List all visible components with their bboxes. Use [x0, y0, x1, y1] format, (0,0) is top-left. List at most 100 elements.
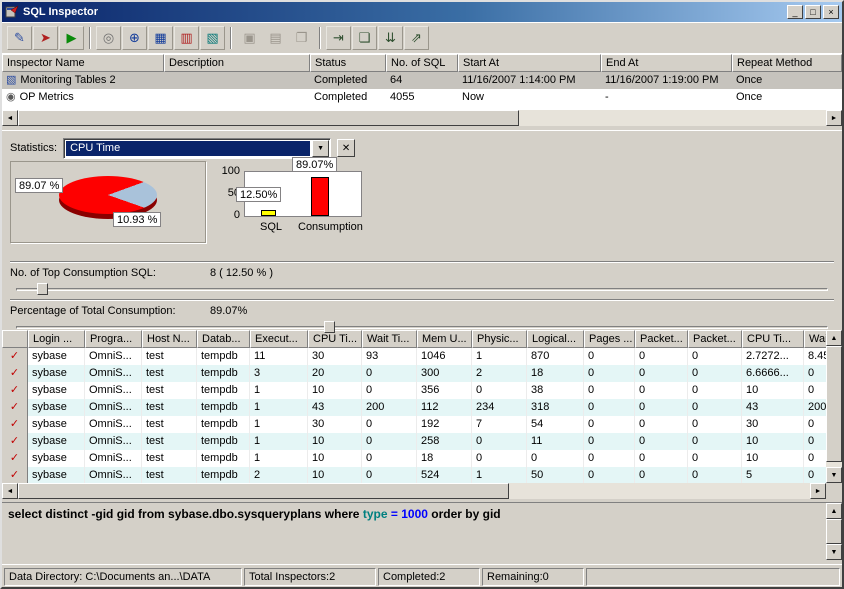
row-select-cell[interactable]: ✓	[2, 467, 28, 483]
datab-cell: tempdb	[197, 365, 250, 382]
column-header-description[interactable]: Description	[164, 54, 310, 72]
column-header-end-at[interactable]: End At	[601, 54, 732, 72]
top-sql-slider-thumb[interactable]	[37, 283, 48, 295]
save-results-button[interactable]: ⇊	[378, 26, 403, 50]
inspector-row[interactable]: ▧Monitoring Tables 2Completed6411/16/200…	[2, 72, 842, 89]
view-grid-button[interactable]: ▦	[148, 26, 173, 50]
result-row[interactable]: ✓sybaseOmniS...testtempdb210052415000050	[2, 467, 826, 483]
progra-cell: OmniS...	[85, 382, 142, 399]
packet-cell: 0	[688, 348, 742, 365]
maximize-button[interactable]: □	[805, 5, 821, 19]
scroll-down-button[interactable]: ▼	[826, 467, 842, 483]
wait-ti-cell: 0	[362, 450, 417, 467]
description-cell	[164, 72, 310, 89]
sql-bar-value-label: 12.50%	[236, 187, 281, 202]
add-database-button[interactable]: ⊕	[122, 26, 147, 50]
title-bar[interactable]: SQL Inspector _ □ ×	[2, 2, 842, 22]
consumption-label: Percentage of Total Consumption:	[10, 303, 210, 319]
scroll-left-button[interactable]: ◄	[2, 110, 18, 126]
open-inspector-button[interactable]: ➤	[33, 26, 58, 50]
top-sql-slider[interactable]	[12, 281, 832, 297]
top-sql-label: No. of Top Consumption SQL:	[10, 265, 210, 281]
stop-button: ❐	[289, 26, 314, 50]
run-inspector-button[interactable]: ▶	[59, 26, 84, 50]
result-row[interactable]: ✓sybaseOmniS...testtempdb113093104618700…	[2, 348, 826, 365]
scroll-track[interactable]	[18, 110, 826, 126]
column-header-inspector-name[interactable]: Inspector Name	[2, 54, 164, 72]
row-select-cell[interactable]: ✓	[2, 382, 28, 399]
column-header-repeat-method[interactable]: Repeat Method	[732, 54, 842, 72]
login-cell: sybase	[28, 382, 85, 399]
physic-cell: 234	[472, 399, 527, 416]
column-header-status[interactable]: Status	[310, 54, 386, 72]
packet-cell: 0	[635, 382, 688, 399]
consumption-slider[interactable]	[12, 319, 832, 335]
slider-groove	[16, 326, 828, 329]
arrow-left-icon: ◄	[7, 488, 14, 495]
consumption-slider-thumb[interactable]	[324, 321, 335, 333]
arrow-down-icon: ▼	[831, 472, 838, 479]
scroll-track[interactable]	[18, 483, 810, 499]
sql-text[interactable]: select distinct -gid gid from sybase.dbo…	[2, 503, 826, 560]
scroll-up-button[interactable]: ▲	[826, 503, 842, 519]
row-select-cell[interactable]: ✓	[2, 416, 28, 433]
mem-u-cell: 300	[417, 365, 472, 382]
result-row[interactable]: ✓sybaseOmniS...testtempdb110025801100010…	[2, 433, 826, 450]
row-select-cell[interactable]: ✓	[2, 433, 28, 450]
cpu-ti-cell: 10	[308, 450, 362, 467]
report-results-button[interactable]: ⇗	[404, 26, 429, 50]
results-vscrollbar[interactable]: ▲ ▼	[826, 330, 842, 483]
row-select-cell[interactable]: ✓	[2, 450, 28, 467]
minimize-button[interactable]: _	[787, 5, 803, 19]
row-select-cell[interactable]: ✓	[2, 348, 28, 365]
collect-metrics-button[interactable]: ▧	[200, 26, 225, 50]
repeat-method-cell: Once	[732, 89, 842, 106]
logical-cell: 318	[527, 399, 584, 416]
cpu-ti-cell: 30	[308, 348, 362, 365]
scroll-right-button[interactable]: ►	[810, 483, 826, 499]
row-select-cell[interactable]: ✓	[2, 365, 28, 382]
host-n-cell: test	[142, 399, 197, 416]
result-row[interactable]: ✓sybaseOmniS...testtempdb11001800000100	[2, 450, 826, 467]
toolbar-separator	[89, 27, 91, 49]
pie-chart: 89.07 % 10.93 %	[10, 161, 206, 243]
inspector-hscrollbar[interactable]: ◄ ►	[2, 110, 842, 126]
result-row[interactable]: ✓sybaseOmniS...testtempdb143200112234318…	[2, 399, 826, 416]
dropdown-arrow-button[interactable]: ▼	[312, 140, 329, 157]
scroll-left-button[interactable]: ◄	[2, 483, 18, 499]
inspector-row[interactable]: ◉OP MetricsCompleted4055Now-Once	[2, 89, 842, 106]
copy-results-button[interactable]: ❏	[352, 26, 377, 50]
host-n-cell: test	[142, 416, 197, 433]
scroll-down-button[interactable]: ▼	[826, 544, 842, 560]
abort-inspector-button[interactable]: ◎	[96, 26, 121, 50]
export-results-button[interactable]: ⇥	[326, 26, 351, 50]
schedule-icon: ▥	[180, 31, 192, 44]
scroll-thumb[interactable]	[18, 110, 519, 126]
check-icon: ✓	[10, 350, 19, 362]
inspector-name-cell: ◉OP Metrics	[2, 89, 164, 106]
scroll-thumb[interactable]	[826, 346, 842, 462]
wait-ti-cell: 0	[362, 365, 417, 382]
sql-vscrollbar[interactable]: ▲ ▼	[826, 503, 842, 560]
column-header-start-at[interactable]: Start At	[458, 54, 601, 72]
sql-token: select	[8, 507, 42, 521]
scroll-track[interactable]	[826, 346, 842, 467]
statistics-dropdown[interactable]: CPU Time ▼	[63, 138, 331, 159]
scroll-right-button[interactable]: ►	[826, 110, 842, 126]
results-hscrollbar[interactable]: ◄ ►	[2, 483, 826, 499]
description-cell	[164, 89, 310, 106]
column-header-no-of-sql[interactable]: No. of SQL	[386, 54, 458, 72]
scroll-thumb[interactable]	[18, 483, 509, 499]
result-row[interactable]: ✓sybaseOmniS...testtempdb32003002180006.…	[2, 365, 826, 382]
close-statistics-button[interactable]: ✕	[337, 139, 355, 157]
result-row[interactable]: ✓sybaseOmniS...testtempdb110035603800010…	[2, 382, 826, 399]
mem-u-cell: 258	[417, 433, 472, 450]
scroll-track[interactable]	[826, 519, 842, 544]
result-row[interactable]: ✓sybaseOmniS...testtempdb130019275400030…	[2, 416, 826, 433]
new-inspector-button[interactable]: ✎	[7, 26, 32, 50]
scroll-thumb[interactable]	[826, 519, 842, 544]
schedule-button[interactable]: ▥	[174, 26, 199, 50]
mem-u-cell: 112	[417, 399, 472, 416]
row-select-cell[interactable]: ✓	[2, 399, 28, 416]
close-button[interactable]: ×	[823, 5, 839, 19]
